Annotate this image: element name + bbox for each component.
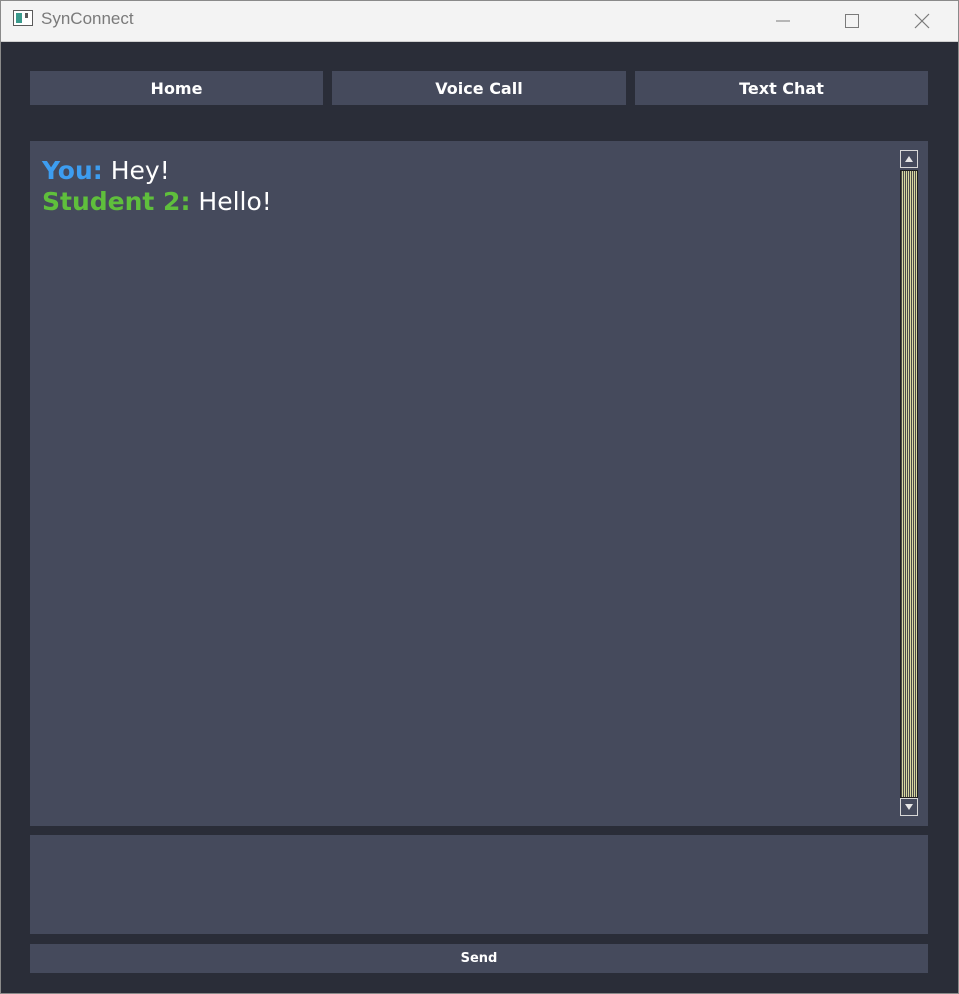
home-button[interactable]: Home: [30, 71, 323, 105]
minimize-icon: [776, 20, 790, 22]
message-input[interactable]: [30, 835, 928, 934]
title-bar[interactable]: SynConnect: [1, 1, 958, 42]
voice-call-button[interactable]: Voice Call: [332, 71, 626, 105]
maximize-button[interactable]: [823, 1, 881, 41]
main-content: Home Voice Call Text Chat You: Hey! Stud…: [1, 42, 958, 993]
chat-message: Student 2: Hello!: [42, 186, 272, 217]
app-window: SynConnect Home Voice Call Text Chat You…: [0, 0, 959, 994]
message-sender: You:: [42, 156, 103, 185]
chat-scrollbar[interactable]: [898, 150, 919, 818]
minimize-button[interactable]: [754, 1, 812, 41]
chat-log[interactable]: You: Hey! Student 2: Hello!: [30, 141, 928, 826]
app-window-icon: [13, 10, 33, 26]
maximize-icon: [845, 14, 859, 28]
close-button[interactable]: [893, 1, 951, 41]
message-text: Hello!: [198, 187, 272, 216]
message-sender: Student 2:: [42, 187, 191, 216]
window-title: SynConnect: [41, 9, 134, 28]
arrow-down-icon: [905, 804, 913, 810]
message-list: You: Hey! Student 2: Hello!: [42, 155, 272, 217]
chat-message: You: Hey!: [42, 155, 272, 186]
scroll-up-button[interactable]: [900, 150, 918, 168]
scroll-track[interactable]: [900, 170, 918, 798]
close-icon: [914, 13, 930, 29]
send-button[interactable]: Send: [30, 944, 928, 973]
message-text: Hey!: [110, 156, 170, 185]
scroll-down-button[interactable]: [900, 798, 918, 816]
arrow-up-icon: [905, 156, 913, 162]
text-chat-button[interactable]: Text Chat: [635, 71, 928, 105]
